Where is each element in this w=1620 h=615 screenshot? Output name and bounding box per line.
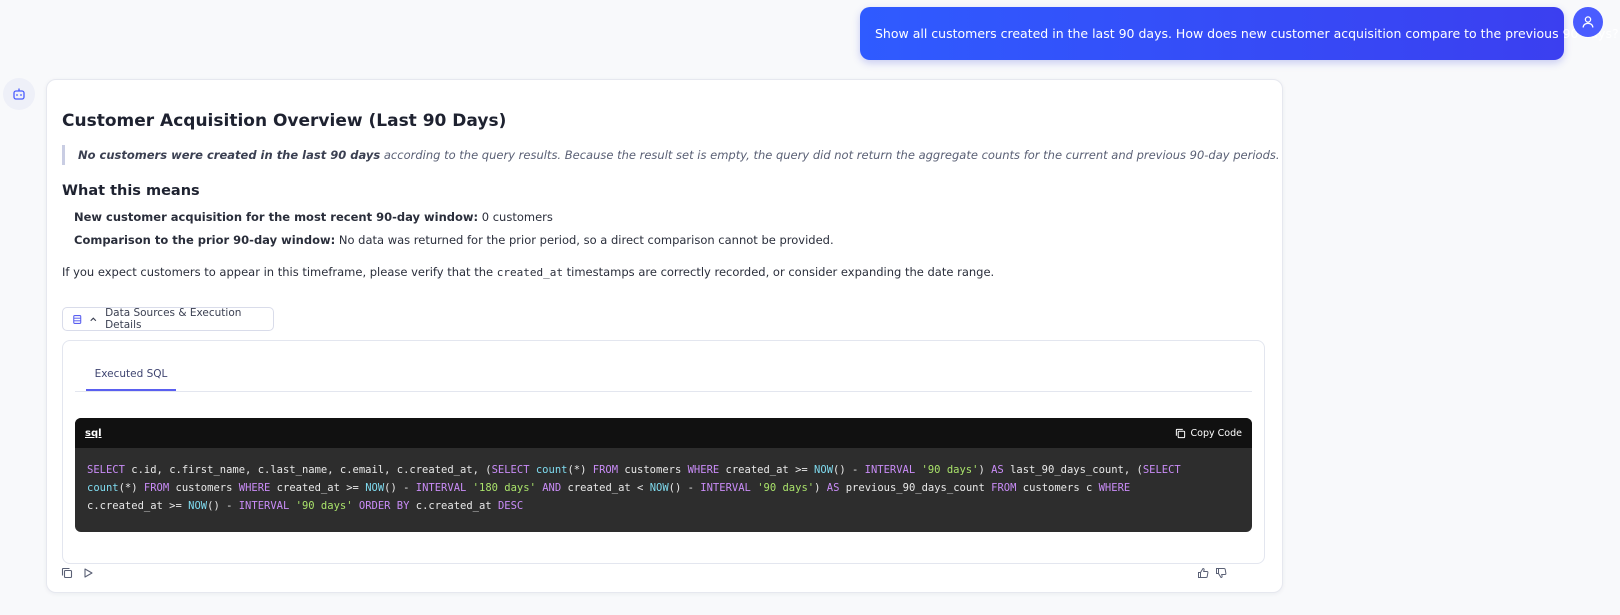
- data-sources-toggle-button[interactable]: Data Sources & Execution Details: [62, 307, 274, 331]
- bullet-prior-window: Comparison to the prior 90-day window: N…: [74, 233, 834, 247]
- sql-code: SELECT c.id, c.first_name, c.last_name, …: [87, 464, 1181, 512]
- thumbs-down-icon: [1216, 568, 1227, 579]
- bullet-label: New customer acquisition for the most re…: [74, 210, 479, 224]
- tab-executed-sql[interactable]: Executed SQL: [86, 361, 176, 391]
- copy-icon: [61, 567, 73, 579]
- paragraph-text: If you expect customers to appear in thi…: [62, 265, 497, 279]
- copy-code-button[interactable]: Copy Code: [1175, 428, 1242, 439]
- code-language-label: sql: [85, 427, 102, 439]
- created-at-code: created_at: [496, 266, 563, 279]
- quote-text: according to the query results. Because …: [380, 148, 1280, 162]
- database-icon: [73, 314, 82, 324]
- run-query-button[interactable]: [81, 566, 95, 580]
- sql-code-block: sql Copy Code SELECT c.id, c.first_name,…: [75, 418, 1252, 532]
- execution-details-panel: Executed SQL sql Copy Code SELECT c.id, …: [62, 340, 1265, 564]
- thumbs-down-button[interactable]: [1214, 566, 1228, 580]
- user-message-bubble: Show all customers created in the last 9…: [860, 7, 1619, 60]
- code-header: sql Copy Code: [75, 418, 1252, 448]
- bullet-current-window: New customer acquisition for the most re…: [74, 210, 553, 224]
- tab-divider: [75, 391, 1252, 392]
- assistant-response-card: Customer Acquisition Overview (Last 90 D…: [46, 79, 1283, 593]
- assistant-avatar: [3, 78, 35, 110]
- user-icon: [1582, 16, 1594, 28]
- paragraph-text-end: timestamps are correctly recorded, or co…: [562, 265, 995, 279]
- copy-response-button[interactable]: [60, 566, 74, 580]
- thumbs-up-button[interactable]: [1196, 566, 1210, 580]
- quote-bold: No customers were created in the last 90…: [78, 148, 381, 162]
- response-title: Customer Acquisition Overview (Last 90 D…: [62, 111, 507, 131]
- summary-blockquote: No customers were created in the last 90…: [62, 145, 1280, 165]
- robot-icon: [13, 88, 25, 100]
- chevron-up-icon: [90, 316, 97, 321]
- what-this-means-heading: What this means: [62, 183, 200, 199]
- copy-icon: [1175, 428, 1185, 438]
- copy-code-label: Copy Code: [1190, 427, 1242, 439]
- bullet-label: Comparison to the prior 90-day window:: [74, 233, 336, 247]
- bullet-text: No data was returned for the prior perio…: [335, 233, 834, 247]
- bullet-text: 0 customers: [478, 210, 553, 224]
- data-sources-label: Data Sources & Execution Details: [105, 307, 242, 331]
- user-avatar: [1573, 7, 1603, 37]
- play-icon: [84, 568, 93, 578]
- user-message-text: Show all customers created in the last 9…: [875, 26, 1619, 41]
- thumbs-up-icon: [1198, 567, 1209, 578]
- verification-paragraph: If you expect customers to appear in thi…: [62, 265, 994, 279]
